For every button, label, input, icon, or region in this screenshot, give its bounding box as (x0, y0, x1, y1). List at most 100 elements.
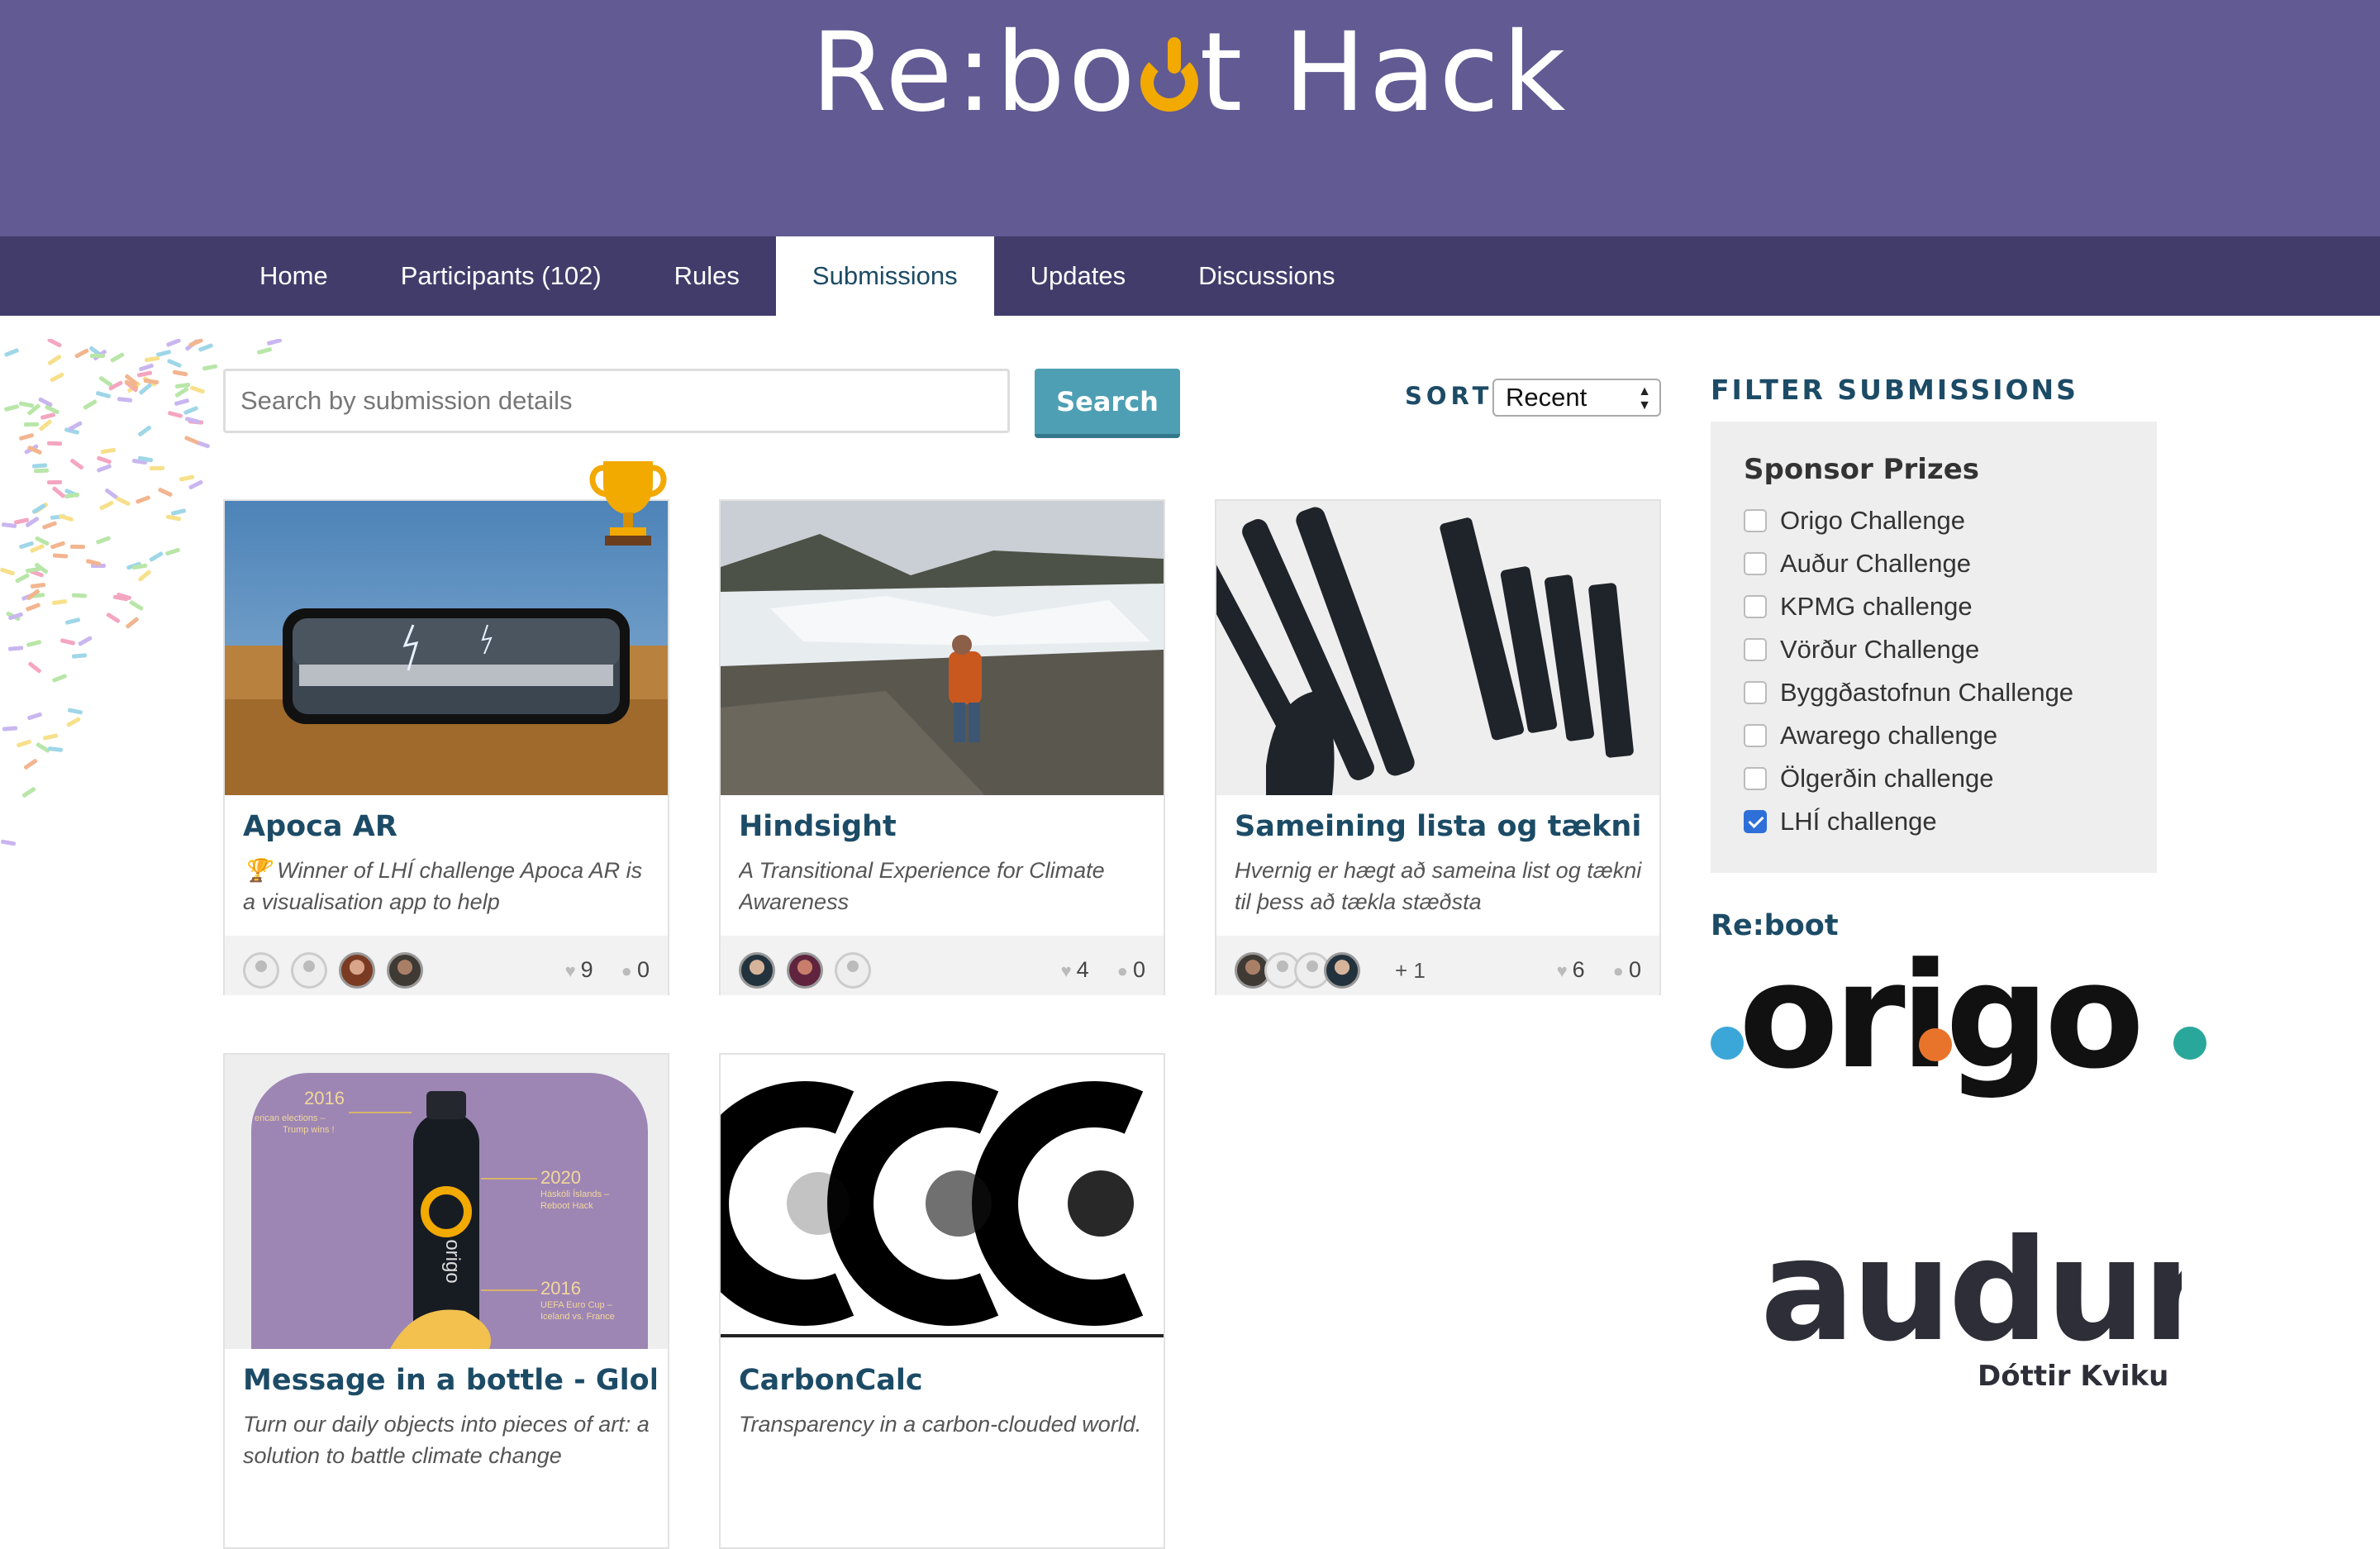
filter-label: LHÍ challenge (1780, 807, 1937, 836)
svg-text:origo: origo (1739, 942, 2140, 1101)
svg-text:Iceland vs. France: Iceland vs. France (540, 1312, 615, 1322)
svg-text:UEFA Euro Cup –: UEFA Euro Cup – (540, 1300, 613, 1310)
filter-heading: FILTER SUBMISSIONS (1711, 374, 2078, 406)
submission-description: 🏆 Winner of LHÍ challenge Apoca AR is a … (243, 858, 643, 914)
like-count: 9 (580, 957, 593, 982)
nav-home[interactable]: Home (223, 236, 364, 316)
submission-description: Transparency in a carbon-clouded world. (739, 1412, 1142, 1437)
team-avatars: + 1 (1235, 952, 1426, 989)
comment-count: 0 (1628, 957, 1641, 982)
filter-olgerdin[interactable]: Ölgerðin challenge (1744, 759, 1994, 798)
checkbox[interactable] (1744, 681, 1767, 704)
submission-stats: ♥ 4 ● 0 (1061, 957, 1145, 983)
checkbox[interactable] (1744, 724, 1767, 747)
filter-vordur[interactable]: Vörður Challenge (1744, 630, 1979, 670)
checkbox[interactable] (1744, 552, 1767, 575)
submission-image (1216, 501, 1659, 795)
svg-text:erican elections –: erican elections – (255, 1113, 326, 1123)
submission-card[interactable]: Hindsight A Transitional Experience for … (719, 499, 1165, 995)
comment-icon: ● (1116, 960, 1128, 981)
submission-description: Turn our daily objects into pieces of ar… (243, 1412, 650, 1468)
comment-count: 0 (1132, 957, 1145, 982)
nav-updates[interactable]: Updates (994, 236, 1162, 316)
team-avatars (739, 952, 883, 989)
comment-count: 0 (636, 957, 650, 982)
svg-text:2016: 2016 (304, 1088, 345, 1108)
filter-awarego[interactable]: Awarego challenge (1744, 716, 1997, 755)
filter-origo[interactable]: Origo Challenge (1744, 501, 1965, 541)
sort-value: Recent (1506, 383, 1587, 412)
select-arrows-icon: ▲ ▼ (1638, 384, 1651, 412)
filter-label: Byggðastofnun Challenge (1780, 678, 2074, 707)
comment-icon: ● (621, 960, 632, 981)
submission-footer: + 1 ♥ 6 ● 0 (1216, 936, 1659, 995)
avatar[interactable] (739, 952, 775, 989)
sort-select[interactable]: Recent ▲ ▼ (1492, 379, 1661, 417)
submission-card[interactable]: 2016 erican elections – Trump wins ! 202… (223, 1053, 669, 1549)
filter-label: Ölgerðin challenge (1780, 764, 1994, 793)
submission-description: Hvernig er hægt að sameina list og tækni… (1235, 858, 1642, 914)
main-nav: Home Participants (102) Rules Submission… (0, 236, 2380, 316)
submission-title[interactable]: Message in a bottle - Global H (243, 1364, 656, 1397)
avatar[interactable] (339, 952, 375, 989)
avatar[interactable] (1324, 952, 1360, 989)
nav-rules[interactable]: Rules (638, 236, 776, 316)
svg-text:2016: 2016 (540, 1278, 581, 1299)
checkbox[interactable] (1744, 638, 1767, 661)
filter-kpmg[interactable]: KPMG challenge (1744, 587, 1973, 627)
submission-card[interactable]: CarbonCalc Transparency in a carbon-clou… (719, 1053, 1165, 1549)
avatar[interactable] (387, 952, 423, 989)
filter-label: Awarego challenge (1780, 721, 1998, 750)
filter-label: Auður Challenge (1780, 549, 1971, 578)
submission-title[interactable]: CarbonCalc (739, 1364, 1152, 1397)
sponsor-section-label: Re:boot (1711, 909, 1839, 942)
avatar[interactable] (243, 952, 279, 989)
filter-group-title: Sponsor Prizes (1744, 453, 1980, 486)
submission-card[interactable]: Apoca AR 🏆 Winner of LHÍ challenge Apoca… (223, 461, 669, 995)
filter-label: Vörður Challenge (1780, 635, 1980, 664)
submission-card[interactable]: Sameining lista og tækni Hvernig er hægt… (1215, 499, 1661, 995)
submission-title[interactable]: Hindsight (739, 810, 1152, 843)
submission-footer: ♥ 9 ● 0 (225, 936, 668, 995)
heart-icon: ♥ (564, 960, 576, 981)
filter-label: KPMG challenge (1780, 592, 1973, 621)
svg-text:2020: 2020 (540, 1167, 581, 1188)
filter-label: Origo Challenge (1780, 506, 1966, 535)
avatar[interactable] (835, 952, 871, 989)
submission-stats: ♥ 9 ● 0 (565, 957, 650, 983)
like-count: 4 (1076, 957, 1089, 982)
checkbox[interactable] (1744, 509, 1767, 532)
filter-lhi[interactable]: LHÍ challenge (1744, 802, 1937, 841)
checkbox-checked[interactable] (1744, 810, 1767, 833)
submission-title[interactable]: Sameining lista og tækni (1235, 810, 1648, 843)
nav-discussions[interactable]: Discussions (1162, 236, 1371, 316)
power-icon (1140, 37, 1198, 112)
audur-logo[interactable]: audur Dóttir Kviku (1752, 1207, 2215, 1405)
comment-icon: ● (1612, 960, 1624, 981)
filter-audur[interactable]: Auður Challenge (1744, 544, 1971, 584)
svg-text:audur: audur (1760, 1209, 2182, 1356)
team-avatars (243, 952, 435, 989)
submission-image (721, 501, 1164, 795)
filter-byggdastofnun[interactable]: Byggðastofnun Challenge (1744, 673, 2073, 713)
svg-text:Háskóli Íslands –: Háskóli Íslands – (540, 1189, 610, 1199)
like-count: 6 (1572, 957, 1585, 982)
svg-text:origo: origo (441, 1239, 464, 1283)
checkbox[interactable] (1744, 595, 1767, 618)
checkbox[interactable] (1744, 767, 1767, 790)
search-button[interactable]: Search (1035, 369, 1180, 438)
site-logo[interactable]: Re:bo t Hack (0, 15, 2380, 131)
nav-submissions[interactable]: Submissions (775, 236, 994, 316)
svg-text:Trump wins !: Trump wins ! (283, 1125, 335, 1135)
avatar[interactable] (787, 952, 823, 989)
avatar[interactable] (291, 952, 327, 989)
sort-label: SORT (1405, 382, 1493, 410)
audur-subtitle: Dóttir Kviku (1978, 1360, 2169, 1393)
submission-description: A Transitional Experience for Climate Aw… (739, 858, 1105, 914)
search-input[interactable] (223, 369, 1010, 433)
submission-stats: ♥ 6 ● 0 (1557, 957, 1641, 983)
nav-participants[interactable]: Participants (102) (364, 236, 638, 316)
filter-panel: Sponsor Prizes Origo Challenge Auður Cha… (1711, 422, 2157, 873)
submission-title[interactable]: Apoca AR (243, 810, 656, 843)
origo-logo[interactable]: origo (1711, 942, 2206, 1124)
